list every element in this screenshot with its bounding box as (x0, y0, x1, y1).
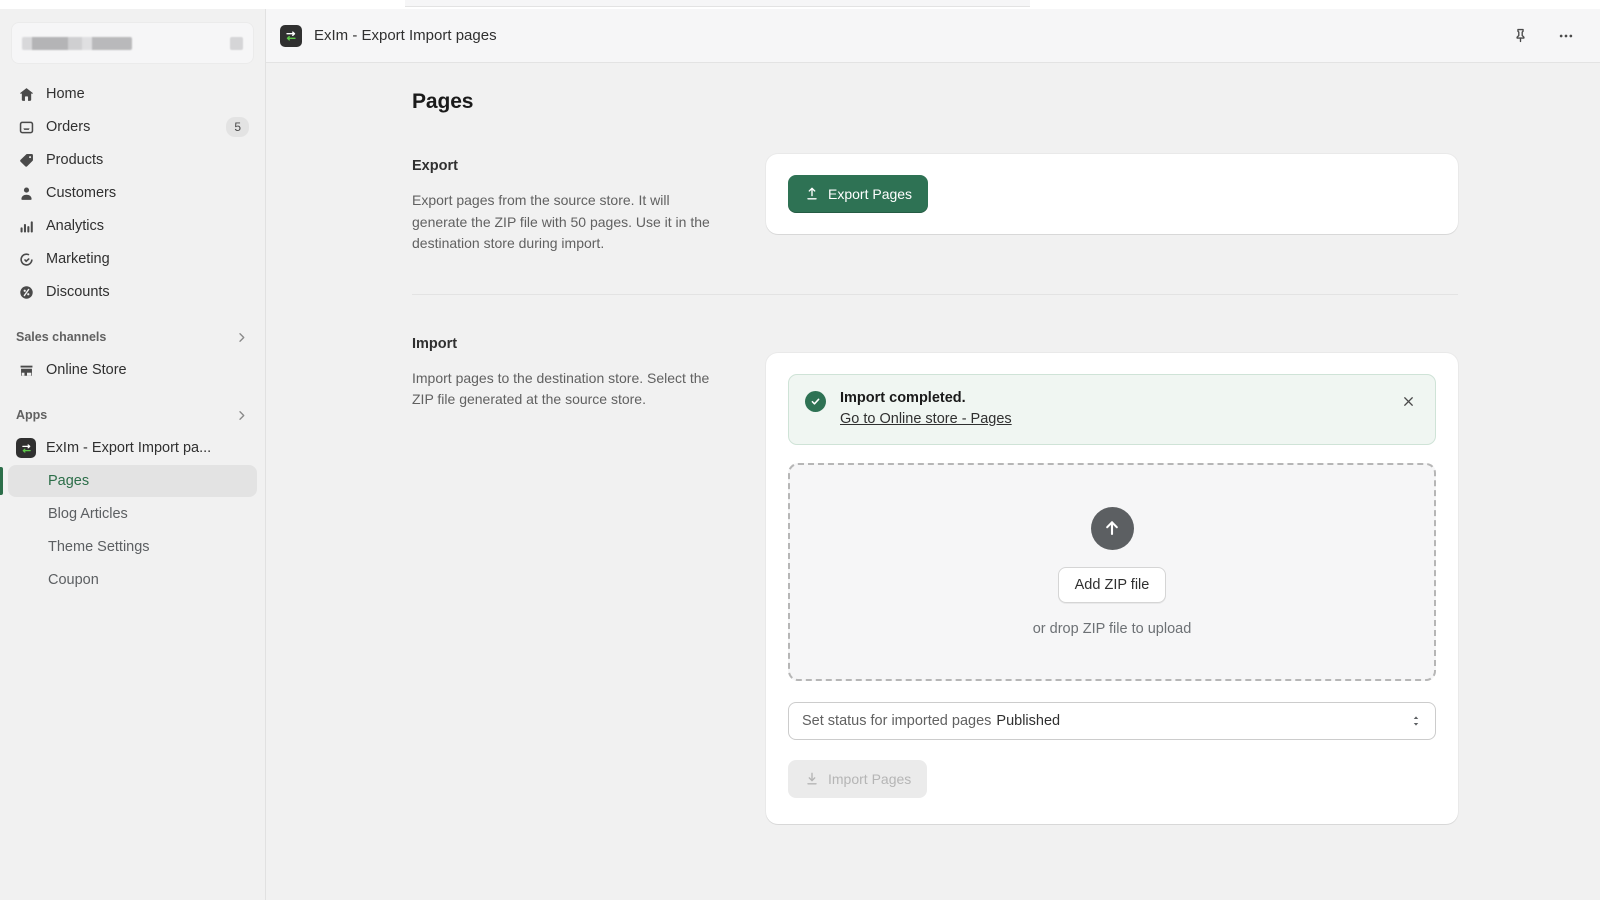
sidebar-item-label: ExIm - Export Import pa... (46, 440, 212, 456)
section-label: Apps (16, 408, 48, 422)
sidebar-item-label: Discounts (46, 284, 110, 300)
sidebar-sub-item-label: Theme Settings (48, 539, 150, 555)
app-title: ExIm - Export Import pages (314, 27, 497, 44)
export-description: Export pages from the source store. It w… (412, 192, 710, 251)
main-region: ExIm - Export Import pages Pages Export … (266, 9, 1600, 900)
exim-app-icon (280, 24, 302, 47)
chevron-updown-icon (230, 36, 243, 50)
section-divider (412, 293, 1458, 295)
banner-link-online-store-pages[interactable]: Go to Online store - Pages (840, 411, 1012, 427)
section-header-apps[interactable]: Apps (8, 400, 257, 430)
sidebar-sub-item-label: Blog Articles (48, 506, 128, 522)
sidebar-item-coupon[interactable]: Coupon (8, 564, 257, 596)
page-title: Pages (412, 90, 474, 113)
sidebar-item-theme-settings[interactable]: Theme Settings (8, 531, 257, 563)
pin-icon[interactable] (1508, 24, 1532, 48)
download-arrow-icon (804, 771, 820, 787)
zip-dropzone[interactable]: Add ZIP file or drop ZIP file to upload (788, 462, 1436, 681)
import-section: Import Import pages to the destination s… (412, 332, 1600, 824)
more-horizontal-icon[interactable] (1554, 24, 1578, 48)
import-heading: Import (412, 335, 458, 352)
sidebar-item-label: Customers (46, 185, 117, 201)
header-actions (1508, 24, 1578, 48)
primary-nav: Home Orders 5 Products Customers Analyti… (0, 78, 265, 596)
sidebar-item-home[interactable]: Home (8, 78, 257, 110)
app-frame: Home Orders 5 Products Customers Analyti… (0, 9, 1600, 900)
sidebar-item-label: Home (46, 86, 85, 102)
sidebar-item-label: Products (46, 152, 104, 168)
sidebar-item-label: Orders (46, 119, 91, 135)
store-name-redacted (22, 36, 132, 50)
export-section-card-wrap: Export Pages (766, 154, 1458, 255)
orders-inbox-icon (16, 117, 36, 137)
sidebar-item-label: Marketing (46, 251, 110, 267)
dropzone-hint-text: or drop ZIP file to upload (1032, 620, 1192, 637)
sidebar-item-products[interactable]: Products (8, 144, 257, 176)
import-success-banner: Import completed. Go to Online store - P… (788, 373, 1436, 445)
page-content: Pages Export Export pages from the sourc… (266, 63, 1600, 900)
app-header-bar: ExIm - Export Import pages (266, 9, 1600, 63)
sidebar-item-customers[interactable]: Customers (8, 177, 257, 209)
banner-title: Import completed. (840, 389, 966, 406)
store-switcher[interactable] (11, 22, 254, 64)
sidebar-item-marketing[interactable]: Marketing (8, 243, 257, 275)
sidebar-item-orders[interactable]: Orders 5 (8, 111, 257, 143)
products-tag-icon (16, 150, 36, 170)
export-card: Export Pages (766, 154, 1458, 234)
export-pages-button-label: Export Pages (828, 186, 913, 202)
check-circle-icon (805, 390, 826, 412)
sidebar-item-exim-app[interactable]: ExIm - Export Import pa... (8, 432, 257, 464)
export-heading: Export (412, 158, 458, 174)
export-section: Export Export pages from the source stor… (412, 154, 1600, 255)
analytics-bars-icon (16, 216, 36, 236)
customers-person-icon (16, 183, 36, 203)
import-status-select-value: Published (996, 712, 1061, 729)
import-section-info: Import Import pages to the destination s… (412, 332, 766, 824)
sidebar-sub-item-label: Pages (48, 473, 90, 489)
export-section-info: Export Export pages from the source stor… (412, 154, 766, 255)
browser-chrome-panel (405, 0, 1030, 7)
export-pages-button[interactable]: Export Pages (788, 175, 929, 213)
chevron-right-icon (234, 408, 249, 423)
import-pages-button[interactable]: Import Pages (788, 759, 928, 798)
sidebar-item-label: Online Store (46, 362, 127, 378)
orders-count-badge: 5 (226, 117, 249, 137)
home-icon (16, 84, 36, 104)
import-status-select-label: Set status for imported pages (802, 712, 992, 729)
sidebar-item-pages[interactable]: Pages (0, 465, 257, 497)
import-description: Import pages to the destination store. S… (412, 369, 710, 408)
section-header-sales-channels[interactable]: Sales channels (8, 322, 257, 352)
sidebar-item-online-store[interactable]: Online Store (8, 354, 257, 386)
upload-circle-arrow-icon (1090, 506, 1134, 550)
import-card: Import completed. Go to Online store - P… (766, 352, 1458, 824)
marketing-target-icon (16, 249, 36, 269)
sidebar-sub-item-label: Coupon (48, 572, 99, 588)
sidebar-item-analytics[interactable]: Analytics (8, 210, 257, 242)
chevron-right-icon (234, 330, 249, 345)
browser-chrome-strip (0, 0, 1600, 9)
storefront-icon (16, 360, 36, 380)
import-section-card-wrap: Import completed. Go to Online store - P… (766, 332, 1458, 824)
sidebar: Home Orders 5 Products Customers Analyti… (0, 9, 266, 900)
exim-app-icon (16, 438, 36, 458)
import-button-row: Import Pages (788, 759, 1436, 798)
sidebar-item-discounts[interactable]: Discounts (8, 276, 257, 308)
import-status-select[interactable]: Set status for imported pages Published (788, 701, 1436, 740)
sidebar-item-label: Analytics (46, 218, 105, 234)
import-pages-button-label: Import Pages (828, 770, 912, 787)
section-label: Sales channels (16, 330, 107, 344)
banner-body: Import completed. Go to Online store - P… (840, 390, 1383, 428)
close-icon[interactable] (1397, 391, 1419, 413)
upload-arrow-icon (804, 186, 820, 202)
chevron-updown-icon (1409, 714, 1423, 728)
discounts-percent-icon (16, 282, 36, 302)
sidebar-item-blog-articles[interactable]: Blog Articles (8, 498, 257, 530)
add-zip-file-button-label: Add ZIP file (1074, 576, 1150, 593)
add-zip-file-button[interactable]: Add ZIP file (1057, 566, 1167, 603)
